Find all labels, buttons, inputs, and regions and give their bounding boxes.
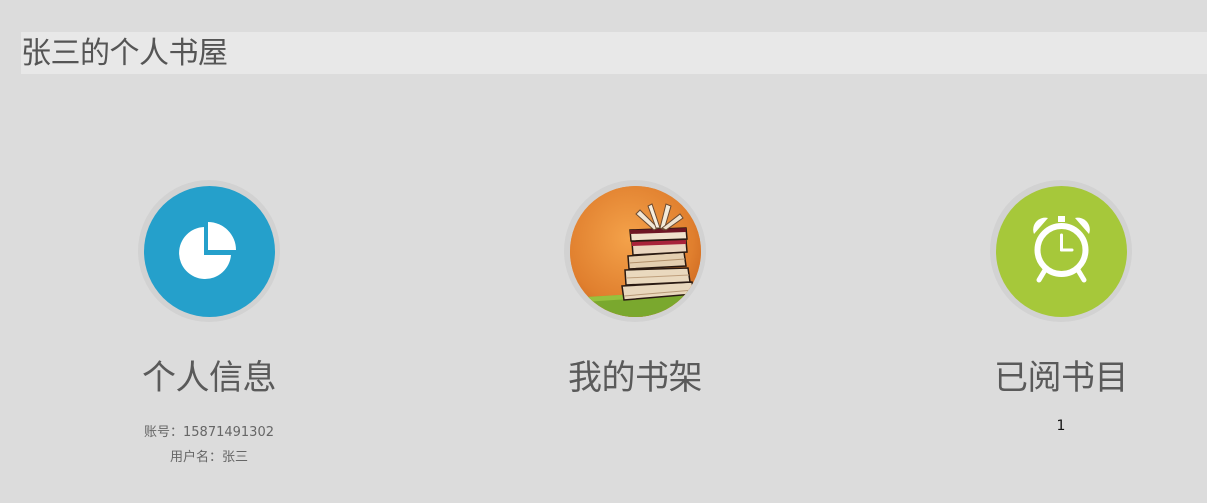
page-title: 张三的个人书屋	[21, 36, 228, 71]
username-label: 用户名：	[169, 450, 222, 465]
books-read-heading[interactable]: 已阅书目	[911, 358, 1207, 398]
bookshelf-heading[interactable]: 我的书架	[485, 358, 785, 398]
personal-info-circle	[143, 185, 275, 317]
pie-chart-icon	[178, 221, 236, 279]
personal-info-card: 个人信息 账号：15871491302 用户名：张三	[59, 180, 359, 470]
username-row: 用户名：张三	[59, 445, 359, 470]
books-read-circle	[995, 185, 1127, 317]
book-stack-image	[569, 185, 701, 317]
bookshelf-circle	[569, 185, 701, 317]
username-value: 张三	[222, 450, 249, 465]
personal-info-details: 账号：15871491302 用户名：张三	[59, 420, 359, 470]
alarm-clock-icon	[1032, 215, 1090, 282]
account-value: 15871491302	[183, 425, 274, 440]
books-read-card: 已阅书目 1	[911, 180, 1207, 434]
bookshelf-card: 我的书架	[485, 180, 785, 398]
bookshelf-button[interactable]	[564, 180, 706, 322]
account-row: 账号：15871491302	[59, 420, 359, 445]
account-label: 账号：	[144, 425, 184, 440]
books-read-count: 1	[1056, 418, 1066, 434]
books-read-button[interactable]	[990, 180, 1132, 322]
personal-info-button[interactable]	[138, 180, 280, 322]
personal-info-heading[interactable]: 个人信息	[59, 358, 359, 398]
header-bar: 张三的个人书屋	[21, 32, 1207, 74]
